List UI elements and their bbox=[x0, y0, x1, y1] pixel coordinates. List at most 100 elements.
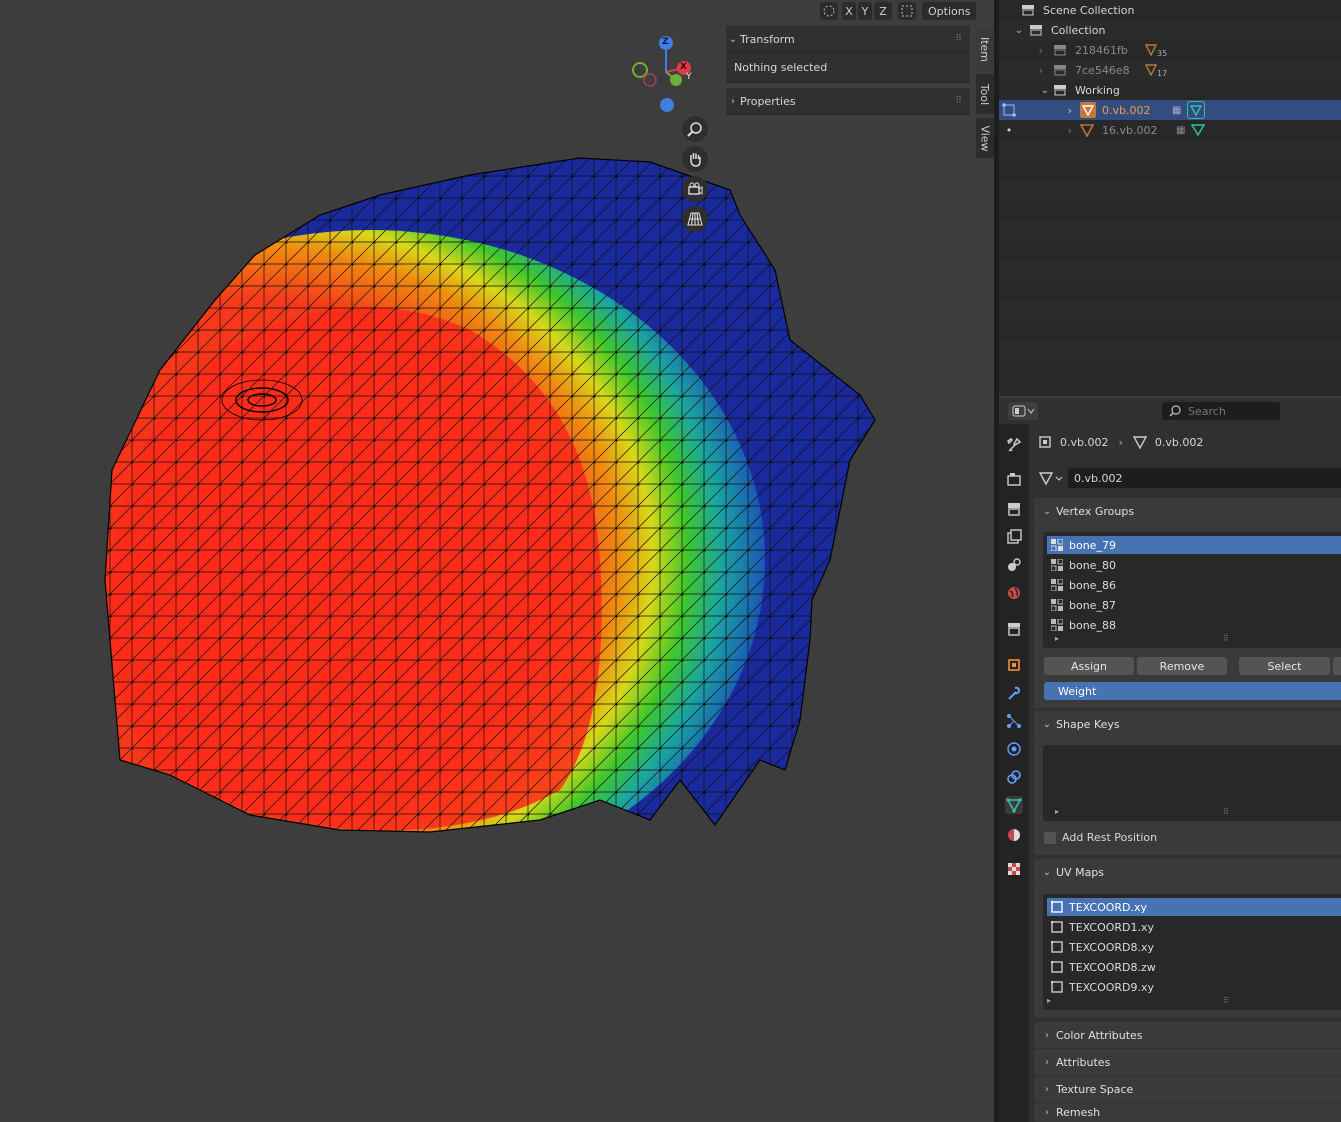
vertex-groups-list[interactable]: bone_79 bone_80 bone_86 bone_87 bone_88 … bbox=[1043, 532, 1341, 648]
list-item[interactable]: TEXCOORD.xy bbox=[1047, 898, 1341, 916]
navigation-gizmo[interactable]: Z X Y bbox=[630, 34, 700, 114]
list-item[interactable]: bone_79 bbox=[1047, 536, 1341, 554]
mesh-data-icon[interactable] bbox=[1187, 101, 1206, 119]
mirror-z-toggle[interactable]: Z bbox=[874, 2, 892, 20]
outliner-item[interactable]: › 7ce546e8 17 bbox=[999, 60, 1341, 80]
weight-slider[interactable]: Weight bbox=[1044, 682, 1341, 700]
list-item[interactable]: TEXCOORD8.zw bbox=[1047, 958, 1341, 976]
options-dropdown[interactable]: Options ⌄ bbox=[922, 2, 976, 20]
list-item[interactable]: bone_88 bbox=[1047, 616, 1341, 634]
mesh-data-icon[interactable] bbox=[1191, 124, 1206, 136]
properties-panel-header[interactable]: › Properties ⠿ bbox=[726, 88, 970, 115]
mesh-data-icon bbox=[1038, 472, 1063, 486]
collection-icon[interactable] bbox=[1005, 620, 1023, 638]
texture-checker-icon[interactable] bbox=[1005, 860, 1023, 878]
texture-space-panel-header[interactable]: › Texture Space bbox=[1034, 1076, 1341, 1102]
tab-tool[interactable]: Tool bbox=[976, 74, 994, 114]
zoom-icon[interactable] bbox=[682, 116, 708, 142]
object-icon[interactable] bbox=[1005, 656, 1023, 674]
uv-maps-panel-header[interactable]: ⌄ UV Maps bbox=[1034, 859, 1341, 885]
resize-grip-icon[interactable]: ⠿ bbox=[1223, 807, 1229, 816]
list-item[interactable]: TEXCOORD8.xy bbox=[1047, 938, 1341, 956]
shape-keys-panel-header[interactable]: ⌄ Shape Keys bbox=[1034, 711, 1341, 737]
mesh-data-tab-icon[interactable] bbox=[1005, 796, 1023, 814]
tab-item[interactable]: Item bbox=[976, 28, 994, 70]
vertex-groups-title: Vertex Groups bbox=[1056, 504, 1135, 518]
chevron-right-icon[interactable]: › bbox=[1016, 104, 1072, 117]
particles-icon[interactable] bbox=[1005, 712, 1023, 730]
view-layer-icon[interactable] bbox=[1005, 528, 1023, 546]
properties-label: Properties bbox=[740, 94, 796, 108]
resize-grip-icon[interactable]: ⠿ bbox=[1223, 996, 1229, 1005]
chevron-right-icon: › bbox=[1045, 1107, 1049, 1118]
transform-panel-header[interactable]: ⌄ Transform ⠿ bbox=[726, 26, 970, 53]
outliner-working-collection[interactable]: ⌄ Working bbox=[999, 80, 1341, 100]
add-rest-position-checkbox[interactable]: Add Rest Position bbox=[1044, 831, 1157, 844]
chevron-right-icon[interactable]: › bbox=[1016, 124, 1072, 137]
mesh-browse-button[interactable] bbox=[1038, 468, 1066, 488]
world-icon[interactable] bbox=[1005, 584, 1023, 602]
modifier-wrench-icon[interactable] bbox=[1005, 684, 1023, 702]
breadcrumb-mesh: 0.vb.002 bbox=[1154, 435, 1204, 449]
drag-handle-icon[interactable]: ⠿ bbox=[955, 34, 962, 44]
remesh-panel-header[interactable]: › Remesh bbox=[1034, 1103, 1341, 1122]
resize-grip-icon[interactable]: ⠿ bbox=[1223, 634, 1229, 643]
vertex-groups-panel-header[interactable]: ⌄ Vertex Groups bbox=[1034, 498, 1341, 524]
gizmo-toggle-icon[interactable] bbox=[820, 2, 838, 20]
outliner-empty-row bbox=[999, 300, 1341, 320]
filter-expand-icon[interactable]: ▸ bbox=[1055, 807, 1059, 816]
outliner-empty-row bbox=[999, 340, 1341, 360]
collection-box-icon bbox=[1054, 65, 1066, 76]
chevron-right-icon[interactable]: › bbox=[999, 44, 1043, 57]
3d-viewport[interactable]: X Y Z Options ⌄ Z X Y bbox=[0, 0, 976, 1122]
render-icon[interactable] bbox=[1005, 470, 1023, 488]
outliner-collection[interactable]: ⌄ Collection bbox=[999, 20, 1341, 40]
panel-title: Remesh bbox=[1056, 1106, 1101, 1119]
vertex-group-icon bbox=[1050, 618, 1064, 632]
overlay-icon[interactable] bbox=[898, 2, 916, 20]
chevron-down-icon[interactable]: ⌄ bbox=[999, 25, 1023, 36]
list-item[interactable]: bone_80 bbox=[1047, 556, 1341, 574]
scene-icon[interactable] bbox=[1005, 556, 1023, 574]
assign-button[interactable]: Assign bbox=[1044, 657, 1134, 675]
outliner-object-row[interactable]: • › 16.vb.002 ▦ bbox=[999, 120, 1341, 140]
drag-handle-icon[interactable]: ⠿ bbox=[955, 96, 962, 106]
physics-icon[interactable] bbox=[1005, 740, 1023, 758]
perspective-grid-icon[interactable] bbox=[682, 206, 708, 232]
constraints-icon[interactable] bbox=[1005, 768, 1023, 786]
tab-view[interactable]: View bbox=[976, 118, 994, 158]
outliner-object-row[interactable]: › 0.vb.002 ▦ bbox=[999, 100, 1341, 120]
mesh-name-field[interactable]: 0.vb.002 bbox=[1068, 468, 1341, 488]
weight-paint-mesh[interactable] bbox=[0, 0, 976, 1122]
deselect-button[interactable] bbox=[1333, 657, 1341, 675]
remove-button[interactable]: Remove bbox=[1137, 657, 1227, 675]
checkbox-box[interactable] bbox=[1044, 831, 1056, 844]
edit-mode-icon[interactable] bbox=[1002, 103, 1016, 117]
pan-hand-icon[interactable] bbox=[682, 146, 708, 172]
material-icon[interactable] bbox=[1005, 826, 1023, 844]
mirror-y-toggle[interactable]: Y bbox=[858, 2, 872, 20]
tool-icon[interactable] bbox=[1005, 436, 1023, 454]
color-attributes-panel-header[interactable]: › Color Attributes bbox=[1034, 1022, 1341, 1048]
editor-type-dropdown[interactable] bbox=[1008, 402, 1038, 420]
filter-expand-icon[interactable]: ▸ bbox=[1047, 996, 1051, 1005]
list-item-label: TEXCOORD1.xy bbox=[1069, 920, 1155, 934]
list-item[interactable]: bone_87 bbox=[1047, 596, 1341, 614]
chevron-right-icon[interactable]: › bbox=[999, 64, 1043, 77]
attributes-panel-header[interactable]: › Attributes bbox=[1034, 1049, 1341, 1075]
shape-keys-list[interactable]: ▸ ⠿ bbox=[1043, 745, 1341, 821]
list-item[interactable]: TEXCOORD9.xy bbox=[1047, 978, 1341, 996]
output-icon[interactable] bbox=[1005, 500, 1023, 518]
uv-maps-list[interactable]: TEXCOORD.xy TEXCOORD1.xy TEXCOORD8.xy TE… bbox=[1043, 894, 1341, 1010]
filter-expand-icon[interactable]: ▸ bbox=[1055, 634, 1059, 643]
count-badge: 17 bbox=[1157, 68, 1168, 78]
list-item[interactable]: TEXCOORD1.xy bbox=[1047, 918, 1341, 936]
camera-icon[interactable] bbox=[682, 176, 708, 202]
search-input[interactable]: Search bbox=[1162, 402, 1280, 420]
chevron-down-icon[interactable]: ⌄ bbox=[999, 85, 1049, 96]
list-item[interactable]: bone_86 bbox=[1047, 576, 1341, 594]
outliner-item[interactable]: › 218461fb 35 bbox=[999, 40, 1341, 60]
mirror-x-toggle[interactable]: X bbox=[842, 2, 856, 20]
select-button[interactable]: Select bbox=[1239, 657, 1330, 675]
outliner-scene-collection[interactable]: Scene Collection bbox=[999, 0, 1341, 20]
